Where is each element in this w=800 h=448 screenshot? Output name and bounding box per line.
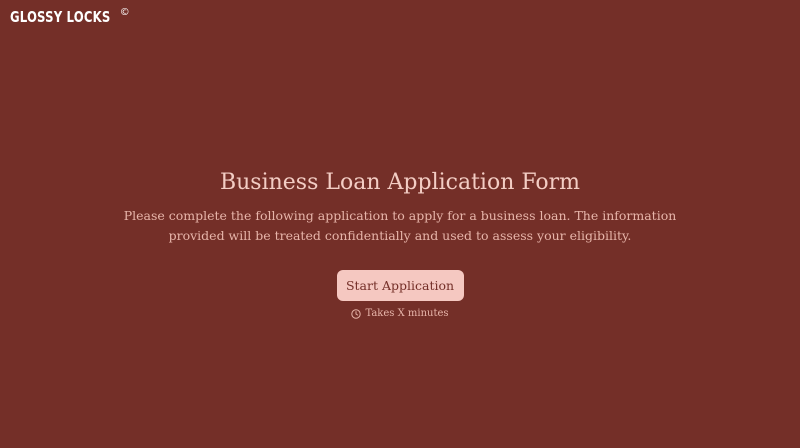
start-application-button[interactable]: Start Application: [336, 270, 464, 301]
time-estimate-text: Takes X minutes: [365, 308, 449, 319]
brand-name: GLOSSY LOCKS: [10, 8, 111, 26]
hero-section: Business Loan Application Form Please co…: [0, 168, 800, 321]
page-title: Business Loan Application Form: [219, 170, 581, 195]
copyright-mark: ©: [119, 7, 130, 18]
page-description: Please complete the following applicatio…: [123, 208, 677, 243]
time-estimate: Takes X minutes: [0, 307, 800, 321]
brand-logo[interactable]: GLOSSY LOCKS ©: [10, 7, 130, 27]
clock-icon: [351, 309, 362, 319]
